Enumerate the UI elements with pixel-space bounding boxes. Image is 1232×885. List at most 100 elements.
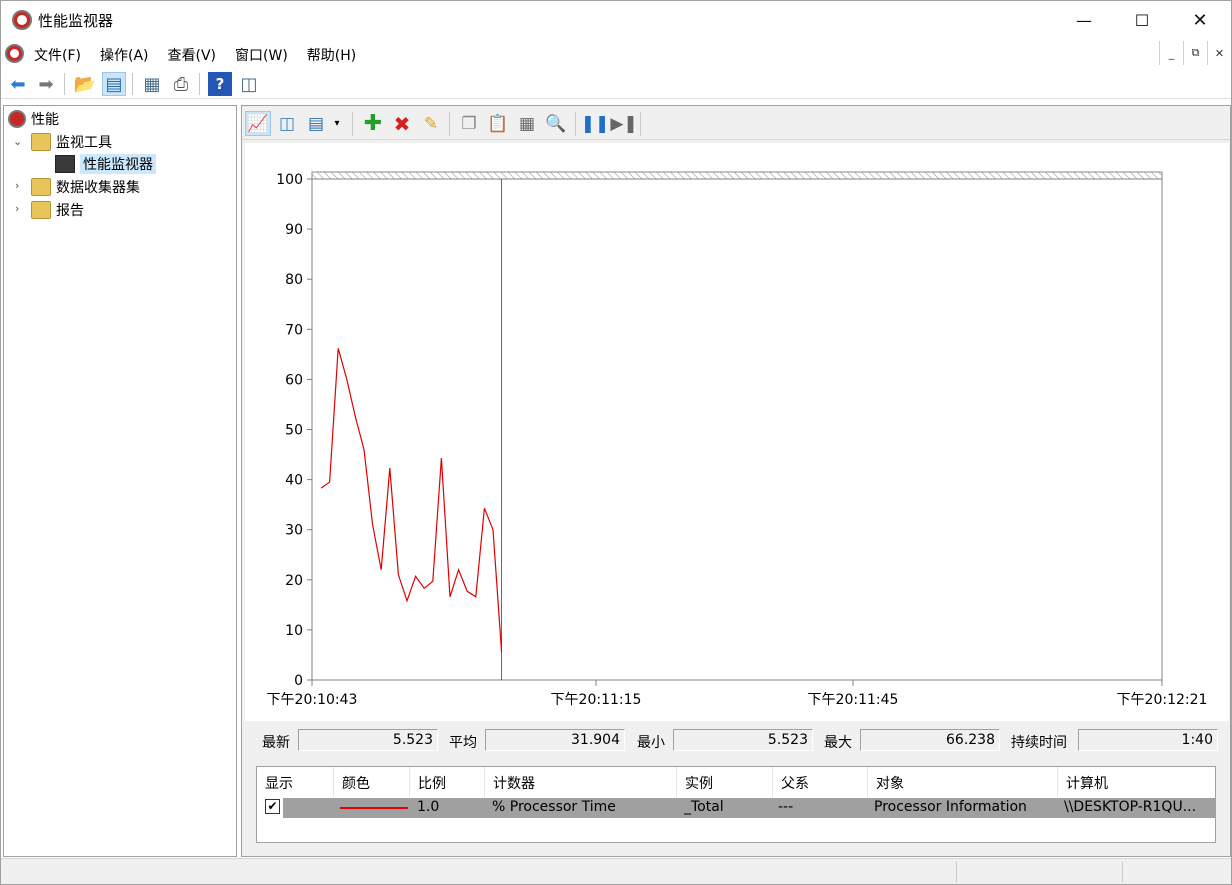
tree-item-data-collector-sets[interactable]: 数据收集器集	[31, 176, 140, 198]
duration-value: 1:40	[1078, 729, 1218, 751]
series-line	[320, 348, 503, 653]
perfmon-app-icon	[12, 10, 32, 30]
mdi-restore-button[interactable]: ⧉	[1183, 41, 1207, 65]
tree-item-label: 性能	[31, 112, 59, 128]
delete-counter-icon[interactable]: ✖	[389, 111, 415, 136]
col-instance[interactable]: 实例	[677, 767, 773, 797]
reports-folder-icon	[31, 201, 51, 219]
menu-help[interactable]: 帮助(H)	[307, 45, 356, 65]
close-button[interactable]: ✕	[1171, 1, 1229, 39]
action-pane-icon[interactable]: ◫	[237, 72, 261, 96]
tree-item-performance[interactable]: 性能	[8, 108, 59, 130]
show-hide-tree-icon[interactable]: ▤	[102, 72, 126, 96]
chevron-right-icon[interactable]: ›	[15, 202, 19, 215]
cell-counter: % Processor Time	[492, 799, 616, 815]
y-tick-label: 100	[276, 172, 303, 188]
show-checkbox[interactable]: ✔	[265, 799, 280, 814]
monitor-pane: 📈 ◫ ▤ ▾ ✚ ✖ ✎ ❐ 📋 ▦ 🔍 ❚❚ ▶❚ 0 10 20 30 4…	[241, 105, 1231, 857]
dropdown-arrow-icon[interactable]: ▾	[330, 111, 344, 136]
line-chart: 0 10 20 30 40 50 60 70 80 90 100 下午20:10:43 下午20:11:…	[267, 171, 1208, 708]
y-tick-label: 30	[285, 523, 303, 539]
y-tick-label: 80	[285, 272, 303, 288]
stats-bar: 最新 5.523 平均 31.904 最小 5.523 最大 66.238 持续…	[242, 726, 1230, 754]
menu-items: 文件(F) 操作(A) 查看(V) 窗口(W) 帮助(H)	[34, 45, 375, 65]
menu-file[interactable]: 文件(F)	[34, 45, 81, 65]
minimize-button[interactable]: —	[1055, 1, 1113, 39]
col-computer[interactable]: 计算机	[1058, 767, 1215, 797]
graph-area[interactable]: 0 10 20 30 40 50 60 70 80 90 100 下午20:10:43 下午20:11:…	[245, 143, 1229, 721]
y-tick-label: 90	[285, 222, 303, 238]
legend-header: 显示 颜色 比例 计数器 实例 父系 对象 计算机	[257, 767, 1215, 797]
chevron-right-icon[interactable]: ›	[15, 179, 19, 192]
perfmon-root-icon	[8, 110, 26, 128]
tree-item-performance-monitor[interactable]: 性能监视器	[55, 153, 156, 175]
col-object[interactable]: 对象	[868, 767, 1058, 797]
y-tick-label: 0	[294, 673, 303, 689]
minimum-value: 5.523	[673, 729, 813, 751]
up-folder-icon[interactable]: 📂	[73, 72, 97, 96]
chevron-down-icon[interactable]: ⌄	[13, 135, 22, 148]
y-tick-label: 50	[285, 423, 303, 439]
graph-top-band	[311, 171, 1163, 180]
tree-item-monitoring-tools[interactable]: 监视工具	[31, 131, 112, 153]
toolbar-separator	[352, 112, 353, 136]
navigation-tree: 性能 ⌄ 监视工具 性能监视器 › 数据收集器集 › 报告	[3, 105, 237, 857]
properties-icon[interactable]: ▦	[514, 111, 540, 136]
y-tick-label: 60	[285, 372, 303, 388]
tree-item-reports[interactable]: 报告	[31, 199, 84, 221]
menu-action[interactable]: 操作(A)	[100, 45, 149, 65]
update-data-icon[interactable]: ▶❚	[610, 111, 637, 136]
menu-window[interactable]: 窗口(W)	[235, 45, 288, 65]
mdi-minimize-button[interactable]: _	[1159, 41, 1183, 65]
maximize-button[interactable]: ☐	[1113, 1, 1171, 39]
tree-item-label: 性能监视器	[80, 154, 156, 174]
zoom-icon[interactable]: 🔍	[543, 111, 569, 136]
y-tick-label: 10	[285, 623, 303, 639]
col-counter[interactable]: 计数器	[485, 767, 677, 797]
main-toolbar: ⬅ ➡ 📂 ▤ ▦ ⎙ ? ◫	[1, 69, 1231, 99]
back-arrow-icon[interactable]: ⬅	[6, 72, 30, 96]
cell-computer: \\DESKTOP-R1QU...	[1064, 799, 1197, 815]
tree-item-label: 报告	[56, 203, 84, 219]
cell-parent: ---	[778, 799, 794, 815]
col-parent[interactable]: 父系	[773, 767, 868, 797]
table-row[interactable]: ✔ 1.0 % Processor Time _Total --- Proces…	[257, 798, 1215, 818]
toolbar-separator	[199, 73, 200, 95]
system-menu-icon[interactable]	[5, 44, 24, 63]
add-counter-icon[interactable]: ✚	[360, 111, 386, 136]
counter-legend: 显示 颜色 比例 计数器 实例 父系 对象 计算机 ✔ 1.0 % Proces…	[256, 766, 1216, 843]
menu-bar: 文件(F) 操作(A) 查看(V) 窗口(W) 帮助(H) _ ⧉ ✕	[1, 39, 1231, 69]
status-divider	[956, 862, 957, 882]
paste-counter-list-icon[interactable]: 📋	[485, 111, 511, 136]
status-divider	[1122, 862, 1123, 882]
duration-label: 持续时间	[1011, 735, 1067, 751]
perfmon-window: 性能监视器 — ☐ ✕ 文件(F) 操作(A) 查看(V) 窗口(W) 帮助(H…	[0, 0, 1232, 885]
col-color[interactable]: 颜色	[334, 767, 410, 797]
copy-properties-icon[interactable]: ❐	[456, 111, 482, 136]
change-graph-type-icon[interactable]: ▤	[303, 111, 329, 136]
tree-item-label: 数据收集器集	[56, 180, 140, 196]
help-icon[interactable]: ?	[208, 72, 232, 96]
plot-frame	[311, 178, 1163, 681]
export-list-icon[interactable]: ▦	[140, 72, 164, 96]
mdi-close-button[interactable]: ✕	[1207, 41, 1231, 65]
view-current-activity-icon[interactable]: 📈	[245, 111, 271, 136]
toolbar-separator	[449, 112, 450, 136]
view-log-data-icon[interactable]: ◫	[274, 111, 300, 136]
toolbar-separator	[132, 73, 133, 95]
cell-object: Processor Information	[874, 799, 1027, 815]
col-show[interactable]: 显示	[257, 767, 334, 797]
maximum-value: 66.238	[860, 729, 1000, 751]
latest-label: 最新	[262, 735, 290, 751]
x-tick-label: 下午20:11:45	[808, 692, 899, 708]
x-tick-label: 下午20:12:21	[1117, 692, 1208, 708]
latest-value: 5.523	[298, 729, 438, 751]
col-scale[interactable]: 比例	[410, 767, 485, 797]
freeze-display-icon[interactable]: ❚❚	[581, 111, 610, 136]
average-label: 平均	[449, 735, 477, 751]
forward-arrow-icon[interactable]: ➡	[34, 72, 58, 96]
folder-icon	[31, 133, 51, 151]
print-icon[interactable]: ⎙	[169, 72, 193, 96]
highlight-icon[interactable]: ✎	[418, 111, 444, 136]
menu-view[interactable]: 查看(V)	[168, 45, 217, 65]
